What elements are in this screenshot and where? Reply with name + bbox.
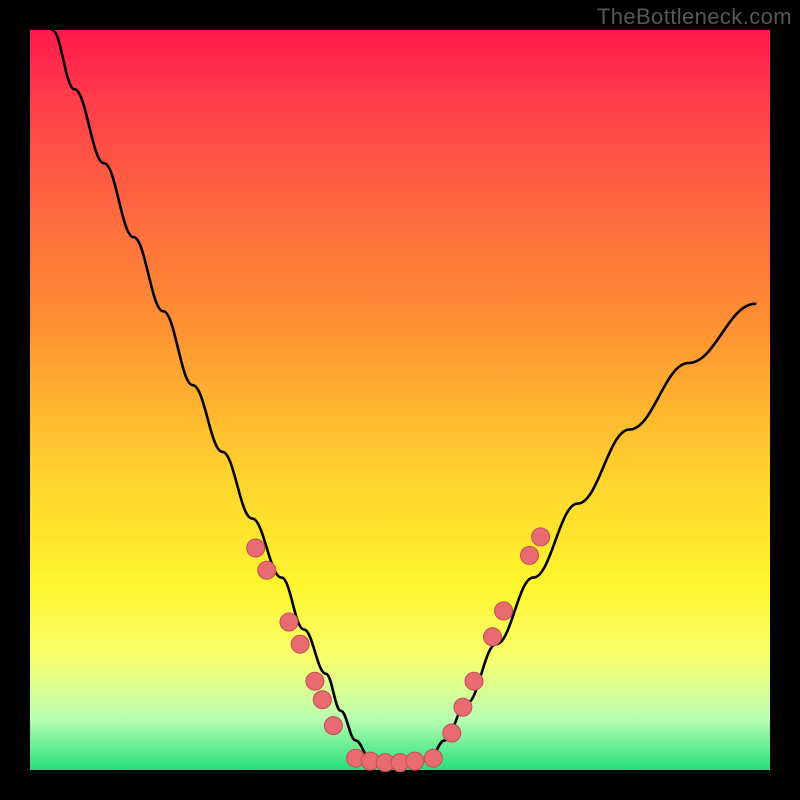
marker-dot xyxy=(258,561,276,579)
marker-dot xyxy=(495,602,513,620)
marker-dot xyxy=(406,752,424,770)
bottleneck-curve xyxy=(52,30,755,766)
marker-dot xyxy=(532,528,550,546)
plot-area xyxy=(30,30,770,770)
watermark-text: TheBottleneck.com xyxy=(597,4,792,30)
marker-dot xyxy=(465,672,483,690)
marker-dot xyxy=(306,672,324,690)
marker-dot xyxy=(280,613,298,631)
chart-svg xyxy=(30,30,770,770)
marker-layer xyxy=(247,528,550,772)
marker-dot xyxy=(291,635,309,653)
marker-dot xyxy=(443,724,461,742)
curve-layer xyxy=(52,30,755,766)
chart-frame: TheBottleneck.com xyxy=(0,0,800,800)
marker-dot xyxy=(521,546,539,564)
marker-dot xyxy=(324,717,342,735)
marker-dot xyxy=(424,749,442,767)
marker-dot xyxy=(454,698,472,716)
marker-dot xyxy=(484,628,502,646)
marker-dot xyxy=(247,539,265,557)
marker-dot xyxy=(313,691,331,709)
